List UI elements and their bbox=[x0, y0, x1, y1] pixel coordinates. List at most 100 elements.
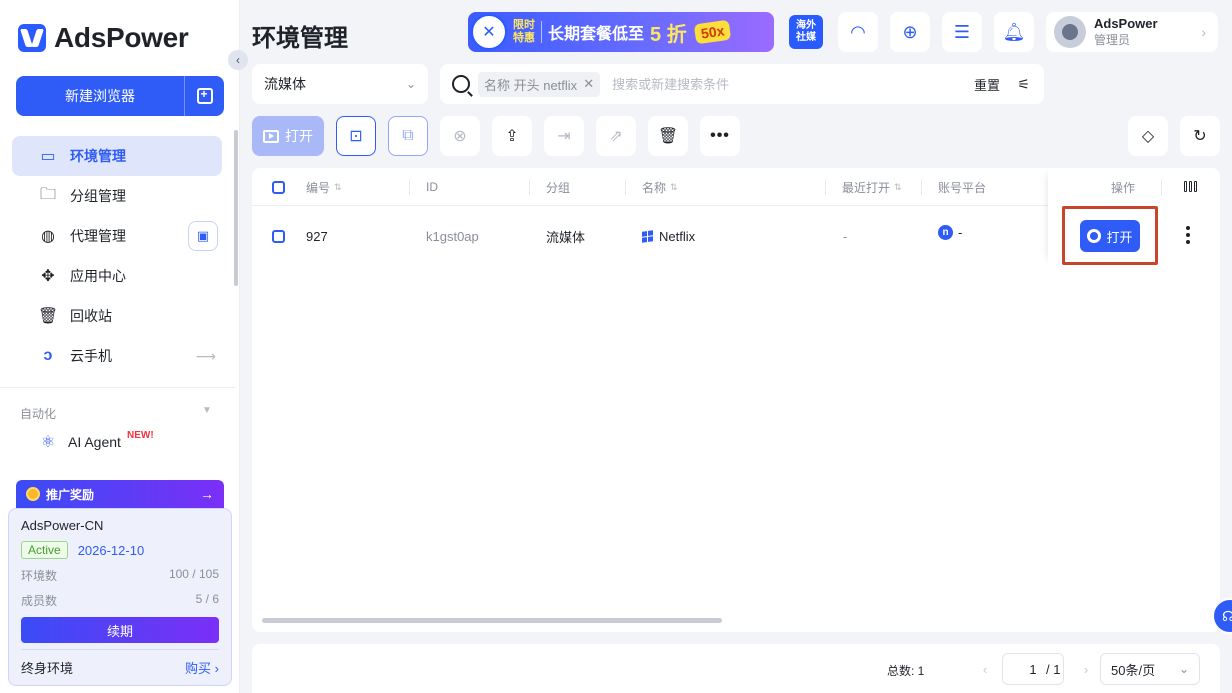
delete-button[interactable]: 🗑 bbox=[648, 116, 688, 156]
filter-settings-icon[interactable]: ⚟ bbox=[1017, 76, 1030, 93]
sort-icon: ⇅ bbox=[894, 181, 902, 192]
sidebar-item-trash[interactable]: 🗑 回收站 bbox=[12, 296, 222, 336]
upload-icon: ⇪ bbox=[505, 128, 519, 145]
proxy-shop-button[interactable]: ▣ bbox=[188, 221, 218, 251]
headset-icon: ☊ bbox=[1222, 607, 1232, 624]
sidebar-item-proxy[interactable]: ◍ 代理管理 ▣ bbox=[12, 216, 222, 256]
window-sync-button[interactable]: ⧉ bbox=[388, 116, 428, 156]
member-count-label: 成员数 bbox=[21, 594, 58, 608]
batch-open-button[interactable]: 打开 bbox=[252, 116, 324, 156]
chevron-down-icon: ⌄ bbox=[1178, 662, 1189, 676]
column-platform: 账号平台 bbox=[938, 168, 986, 206]
filter-chip-label: 名称 开头 netflix bbox=[484, 77, 578, 93]
next-page-button[interactable]: › bbox=[1072, 653, 1100, 685]
sidebar-item-groups[interactable]: 🗀 分组管理 bbox=[12, 176, 222, 216]
env-count-label: 环境数 bbox=[21, 569, 58, 583]
export-button[interactable]: ⇪ bbox=[492, 116, 532, 156]
share-button[interactable]: ⇗ bbox=[596, 116, 636, 156]
column-last-open[interactable]: 最近打开 ⇅ bbox=[842, 168, 902, 206]
account-name: AdsPower-CN bbox=[21, 518, 104, 533]
network-button[interactable]: ◠ bbox=[838, 12, 878, 52]
promo-sticker: 50x bbox=[693, 19, 732, 45]
column-divider bbox=[409, 179, 410, 195]
chevron-right-icon: › bbox=[1083, 661, 1089, 677]
column-label: 最近打开 bbox=[842, 180, 891, 195]
referral-promo-banner[interactable]: 推广奖励 → bbox=[16, 480, 224, 508]
rpa-button[interactable]: ⊡ bbox=[336, 116, 376, 156]
batch-create-button[interactable] bbox=[184, 76, 224, 116]
sidebar-item-label: 代理管理 bbox=[70, 228, 126, 244]
chevron-down-icon[interactable]: ▼ bbox=[202, 405, 212, 416]
horizontal-scrollbar[interactable] bbox=[262, 618, 722, 623]
move-group-button[interactable]: ⇥ bbox=[544, 116, 584, 156]
column-settings-icon[interactable] bbox=[1184, 181, 1197, 192]
refresh-icon: ↻ bbox=[1193, 128, 1207, 145]
user-menu[interactable]: AdsPower 管理员 › bbox=[1046, 12, 1218, 52]
sidebar-item-cloud-phone[interactable]: ↄ 云手机 ⟶ bbox=[12, 336, 222, 376]
row-checkbox[interactable] bbox=[272, 207, 285, 265]
collapse-sidebar-button[interactable]: ‹ bbox=[228, 50, 248, 70]
atom-icon: ⚛ bbox=[40, 434, 56, 451]
promo-tag-line1: 限时 bbox=[513, 19, 535, 31]
row-more-button[interactable] bbox=[1186, 226, 1190, 244]
reset-button[interactable]: 重置 bbox=[974, 75, 1000, 94]
notifications-button[interactable]: 🔔︎ bbox=[994, 12, 1034, 52]
new-browser-button[interactable]: 新建浏览器 bbox=[16, 76, 184, 116]
lifetime-env-row: 终身环境 购买 › bbox=[21, 649, 219, 677]
browser-window-icon: ▭ bbox=[40, 148, 56, 165]
sidebar-item-environment[interactable]: ▭ 环境管理 bbox=[12, 136, 222, 176]
prev-page-button[interactable]: ‹ bbox=[968, 653, 1002, 685]
cell-name-text: Netflix bbox=[659, 228, 696, 244]
cell-id: k1gst0ap bbox=[426, 228, 479, 244]
sidebar-item-label: 分组管理 bbox=[70, 188, 126, 204]
page-total: / 1 bbox=[1046, 662, 1061, 677]
promo-discount: 5 折 bbox=[650, 23, 687, 46]
promo-logo-icon: ✕ bbox=[471, 14, 507, 50]
column-name[interactable]: 名称 ⇅ bbox=[642, 168, 678, 206]
sidebar-item-ai-agent[interactable]: ⚛ AI Agent bbox=[38, 432, 121, 452]
sidebar-scrollbar[interactable] bbox=[234, 130, 238, 286]
checkbox-icon bbox=[272, 180, 285, 194]
sidebar-nav: ▭ 环境管理 🗀 分组管理 ◍ 代理管理 ▣ ✥ 应用中心 🗑 回收站 ↄ 云手… bbox=[12, 136, 222, 376]
logo-text: AdsPower bbox=[54, 22, 189, 53]
add-box-icon bbox=[196, 87, 213, 104]
filter-chip[interactable]: 名称 开头 netflix ✕ bbox=[478, 71, 601, 97]
member-count-value: 5 / 6 bbox=[195, 592, 219, 606]
share-icon: ⇗ bbox=[609, 128, 623, 145]
buy-link[interactable]: 购买 › bbox=[185, 658, 219, 677]
sync-button[interactable]: ⊕ bbox=[890, 12, 930, 52]
arrow-right-icon: ⟶ bbox=[195, 347, 216, 364]
overseas-social-label: 海外 社媒 bbox=[796, 20, 816, 44]
sort-icon: ⇅ bbox=[334, 181, 342, 192]
expiry-date: 2026-12-10 bbox=[77, 542, 145, 558]
play-icon bbox=[263, 129, 279, 143]
renew-button[interactable]: 续期 bbox=[21, 617, 219, 643]
promo-tag: 限时 特惠 bbox=[513, 19, 535, 45]
banner-divider bbox=[541, 21, 542, 43]
search-input[interactable] bbox=[612, 76, 953, 92]
refresh-button[interactable]: ↻ bbox=[1180, 116, 1220, 156]
bag-icon: ▣ bbox=[196, 228, 210, 243]
arrow-right-icon: → bbox=[200, 486, 214, 502]
media-label-line1: 海外 bbox=[796, 20, 816, 31]
highlight-box bbox=[1062, 206, 1158, 265]
promo-banner[interactable]: ✕ 限时 特惠 长期套餐低至 5 折 50x bbox=[468, 12, 774, 52]
column-label: ID bbox=[426, 180, 438, 194]
sidebar-item-label: 云手机 bbox=[70, 348, 112, 364]
overseas-social-media-button[interactable]: 海外 社媒 bbox=[789, 15, 823, 49]
close-icon[interactable]: ✕ bbox=[583, 76, 594, 92]
logo[interactable]: AdsPower bbox=[18, 22, 189, 54]
select-all-checkbox[interactable] bbox=[272, 168, 285, 206]
tag-button[interactable]: ◇ bbox=[1128, 116, 1168, 156]
close-all-button[interactable]: ⊗ bbox=[440, 116, 480, 156]
page-size-select[interactable]: 50条/页 ⌄ bbox=[1100, 653, 1200, 685]
wifi-icon: ◠ bbox=[850, 21, 866, 42]
sidebar-item-apps[interactable]: ✥ 应用中心 bbox=[12, 256, 222, 296]
lifetime-env-label: 终身环境 bbox=[21, 661, 74, 676]
more-actions-button[interactable]: ••• bbox=[700, 116, 740, 156]
more-horizontal-icon: ••• bbox=[710, 127, 730, 144]
chevron-right-icon: › bbox=[1201, 24, 1206, 40]
group-select[interactable]: 流媒体 ⌄ bbox=[252, 64, 428, 104]
column-number[interactable]: 编号 ⇅ bbox=[306, 168, 342, 206]
task-list-button[interactable]: ☰ bbox=[942, 12, 982, 52]
